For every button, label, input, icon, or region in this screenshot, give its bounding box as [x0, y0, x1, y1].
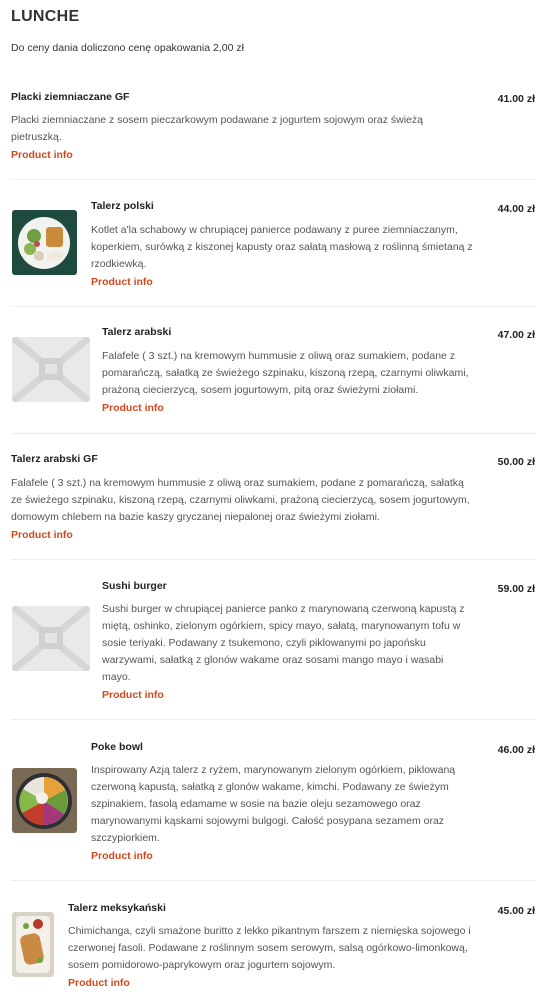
- item-description: Sushi burger w chrupiącej panierce panko…: [102, 603, 465, 683]
- product-info-link[interactable]: Product info: [91, 276, 153, 288]
- item-name: Sushi burger: [102, 580, 167, 592]
- item-photo-burrito-plate[interactable]: [12, 912, 54, 977]
- section-note: Do ceny dania doliczono cenę opakowania …: [11, 42, 244, 54]
- item-description: Falafele ( 3 szt.) na kremowym hummusie …: [11, 477, 470, 523]
- item-name: Talerz arabski: [102, 326, 172, 338]
- item-name: Poke bowl: [91, 741, 143, 753]
- divider: [11, 433, 536, 434]
- placeholder-icon: [12, 606, 90, 671]
- item-price: 44.00 zł: [497, 203, 535, 215]
- item-name: Talerz meksykański: [68, 902, 166, 914]
- item-description: Inspirowany Azją talerz z ryżem, marynow…: [91, 764, 456, 844]
- divider: [11, 306, 536, 307]
- item-price: 46.00 zł: [497, 744, 535, 756]
- item-price: 45.00 zł: [497, 905, 535, 917]
- burrito-plate-photo-icon: [12, 912, 54, 977]
- item-name: Talerz arabski GF: [11, 453, 98, 465]
- item-description: Falafele ( 3 szt.) na kremowym hummusie …: [102, 350, 469, 396]
- item-name: Placki ziemniaczane GF: [11, 91, 130, 103]
- item-description: Chimichanga, czyli smażone buritto z lek…: [68, 925, 471, 971]
- menu-section: LUNCHE Do ceny dania doliczono cenę opak…: [0, 0, 543, 1000]
- product-info-link[interactable]: Product info: [11, 149, 73, 161]
- divider: [11, 559, 536, 560]
- item-name: Talerz polski: [91, 200, 154, 212]
- item-price: 47.00 zł: [497, 329, 535, 341]
- divider: [11, 880, 536, 881]
- item-price: 50.00 zł: [497, 456, 535, 468]
- image-placeholder[interactable]: [12, 606, 90, 671]
- product-info-link[interactable]: Product info: [68, 977, 130, 989]
- poke-bowl-photo-icon: [12, 768, 77, 833]
- item-price: 59.00 zł: [497, 583, 535, 595]
- plate-photo-icon: [12, 210, 77, 275]
- item-description: Kotlet a'la schabowy w chrupiącej panier…: [91, 224, 473, 270]
- item-description: Placki ziemniaczane z sosem pieczarkowym…: [11, 114, 423, 143]
- placeholder-icon: [12, 337, 90, 402]
- divider: [11, 179, 536, 180]
- section-title: LUNCHE: [11, 8, 80, 25]
- item-photo-plate[interactable]: [12, 210, 77, 275]
- product-info-link[interactable]: Product info: [91, 850, 153, 862]
- divider: [11, 719, 536, 720]
- item-photo-poke-bowl[interactable]: [12, 768, 77, 833]
- image-placeholder[interactable]: [12, 337, 90, 402]
- product-info-link[interactable]: Product info: [102, 402, 164, 414]
- product-info-link[interactable]: Product info: [11, 529, 73, 541]
- item-price: 41.00 zł: [497, 93, 535, 105]
- product-info-link[interactable]: Product info: [102, 689, 164, 701]
